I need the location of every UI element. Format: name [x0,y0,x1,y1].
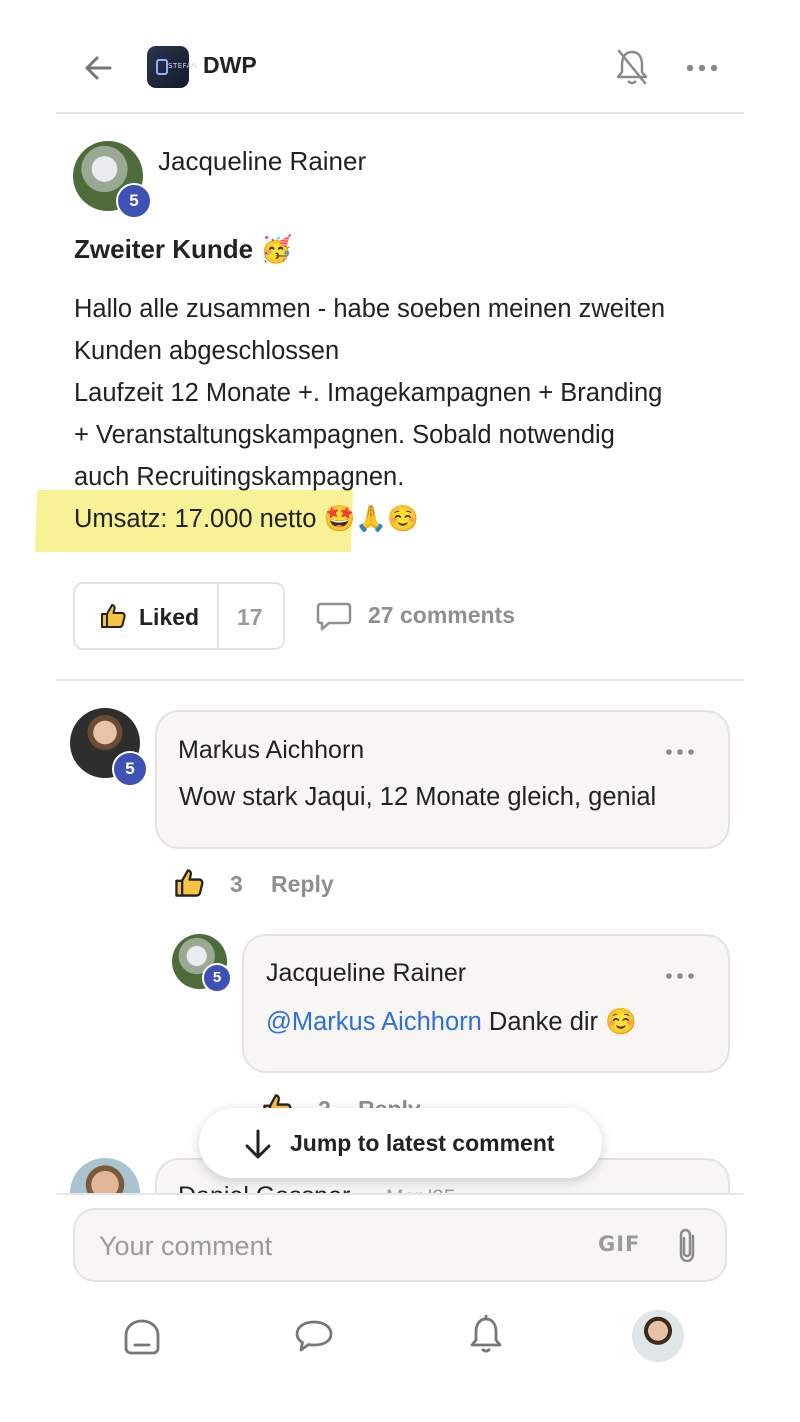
reply-author-name[interactable]: Jacqueline Rainer [266,959,466,988]
reply-text-content: Danke dir ☺️ [481,1008,637,1036]
level-badge: 5 [116,183,152,219]
comment-more-icon[interactable] [662,742,698,762]
level-badge: 5 [112,751,148,787]
reply-bubble [242,934,730,1073]
post-body-line-revenue: Umsatz: 17.000 netto 🤩🙏☺️ [74,505,419,533]
post-body-line: Hallo alle zusammen - habe soeben meinen… [74,295,666,323]
post-body: Hallo alle zusammen - habe soeben meinen… [74,288,764,540]
back-arrow-icon[interactable] [80,50,116,86]
arrow-down-icon [243,1128,273,1160]
profile-avatar[interactable] [632,1310,684,1362]
comment-like-icon[interactable] [172,867,206,899]
comment-input-box[interactable]: GIF [73,1208,727,1282]
post-title: Zweiter Kunde 🥳 [74,234,293,264]
comment-author-name[interactable]: Markus Aichhorn [178,736,364,765]
level-badge: 5 [202,963,232,993]
comment-text: Wow stark Jaqui, 12 Monate gleich, genia… [179,783,657,811]
post-author-name[interactable]: Jacqueline Rainer [158,146,366,177]
reply-more-icon[interactable] [662,966,698,986]
like-button[interactable]: Liked [75,584,219,648]
section-divider [56,679,744,681]
group-logo[interactable]: STEFAN [147,46,197,88]
header-divider [56,112,744,114]
group-logo-text: STEFAN [168,62,198,70]
gif-button[interactable]: GIF [598,1232,640,1256]
bell-off-icon[interactable] [612,46,652,88]
comment-like-count: 3 [230,871,243,897]
comment-input[interactable] [97,1224,571,1268]
more-options-icon[interactable] [684,52,720,84]
post-body-line: + Veranstaltungskampagnen. Sobald notwen… [74,421,615,449]
like-label: Liked [139,604,200,630]
like-count[interactable]: 17 [237,604,263,631]
post-body-line: auch Recruitingskampagnen. [74,463,405,491]
like-control: Liked 17 [73,582,285,650]
jump-to-latest-label: Jump to latest comment [290,1130,555,1156]
composer-divider [56,1193,744,1195]
comments-count[interactable]: 27 comments [368,602,515,629]
comment-bubble [155,710,730,849]
reply-button[interactable]: Reply [271,871,334,898]
group-name[interactable]: DWP [203,52,257,79]
thumbs-up-icon [99,602,127,630]
mention-link[interactable]: @Markus Aichhorn [266,1008,482,1036]
chat-icon[interactable] [294,1318,334,1354]
post-body-line: Laufzeit 12 Monate +. Imagekampagnen + B… [74,379,663,407]
post-body-line: Kunden abgeschlossen [74,337,340,365]
comment-bubble-icon[interactable] [316,600,352,632]
notifications-icon[interactable] [468,1314,504,1356]
home-icon[interactable] [122,1318,162,1356]
paperclip-icon[interactable] [673,1226,703,1266]
jump-to-latest-button[interactable]: Jump to latest comment [199,1108,602,1178]
reply-text: @Markus Aichhorn Danke dir ☺️ [266,1007,637,1037]
